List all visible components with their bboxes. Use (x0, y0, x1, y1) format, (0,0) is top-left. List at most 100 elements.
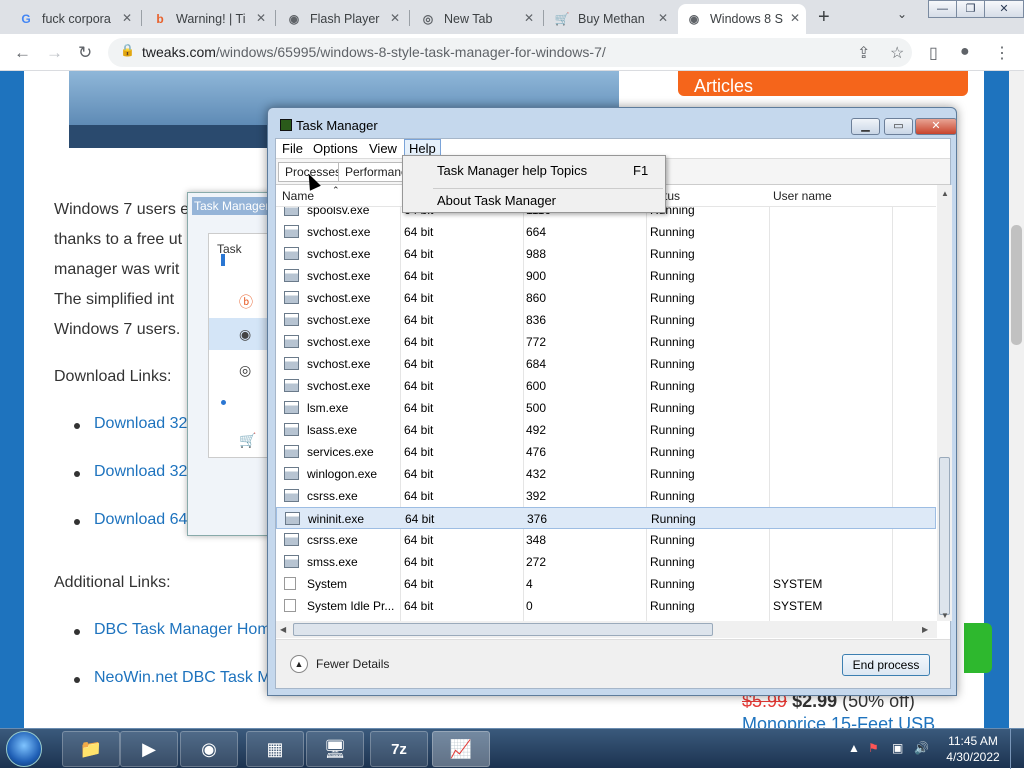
process-row[interactable]: lsm.exe 64 bit 500 Running (276, 397, 936, 419)
menu-item-help-topics[interactable]: Task Manager help Topics (437, 163, 587, 178)
page-link[interactable]: Download 32 (94, 463, 187, 481)
process-row[interactable]: svchost.exe 64 bit 664 Running (276, 221, 936, 243)
page-link[interactable]: NeoWin.net DBC Task M (94, 669, 271, 687)
process-icon (284, 313, 299, 326)
process-row[interactable]: svchost.exe 64 bit 836 Running (276, 309, 936, 331)
apps-icon[interactable]: ▦ (246, 731, 304, 767)
process-row[interactable]: smss.exe 64 bit 272 Running (276, 551, 936, 573)
tab-search-button[interactable]: ⌄ (897, 7, 907, 21)
monitor-icon[interactable]: 🖥 (306, 731, 364, 767)
process-row[interactable]: svchost.exe 64 bit 772 Running (276, 331, 936, 353)
maximize-button[interactable]: ❐ (956, 0, 985, 18)
process-icon (284, 555, 299, 568)
process-row[interactable]: winlogon.exe 64 bit 432 Running (276, 463, 936, 485)
close-button[interactable]: ✕ (915, 118, 957, 135)
menu-view[interactable]: View (365, 141, 401, 156)
close-tab-icon[interactable]: ✕ (122, 11, 132, 25)
process-row[interactable]: svchost.exe 64 bit 684 Running (276, 353, 936, 375)
bullet (74, 423, 80, 429)
process-row[interactable]: csrss.exe 64 bit 348 Running (276, 529, 936, 551)
forward-button[interactable]: → (46, 43, 63, 63)
process-icon (284, 401, 299, 414)
menu-file[interactable]: File (278, 141, 307, 156)
task-manager-icon[interactable]: 📈 (432, 731, 490, 767)
share-icon[interactable]: ⇪ (857, 43, 870, 63)
browser-tab[interactable]: ◉ Windows 8 S ✕ (678, 4, 806, 34)
menu-icon[interactable]: ⋮ (994, 43, 1010, 63)
show-hidden-icons[interactable]: ▲ (848, 741, 860, 755)
process-icon (284, 225, 299, 238)
flag-icon[interactable]: ⚑ (868, 741, 879, 755)
side-panel-icon[interactable]: ▯ (929, 43, 938, 63)
process-row[interactable]: svchost.exe 64 bit 900 Running (276, 265, 936, 287)
horizontal-scroll-thumb[interactable] (293, 623, 713, 636)
url-text[interactable]: tweaks.com/windows/65995/windows-8-style… (142, 44, 606, 60)
bookmark-star-icon[interactable]: ☆ (890, 43, 904, 63)
page-link[interactable]: Download 64 (94, 511, 187, 529)
scroll-down-icon[interactable]: ▼ (941, 611, 949, 620)
7zip-icon[interactable]: 7z (370, 731, 428, 767)
process-row[interactable]: svchost.exe 64 bit 600 Running (276, 375, 936, 397)
process-icon (284, 291, 299, 304)
scroll-left-icon[interactable]: ◀ (280, 625, 286, 634)
page-link[interactable]: Download 32 (94, 415, 187, 433)
process-arch: 64 bit (404, 357, 434, 371)
tab-title: Flash Player (310, 12, 380, 26)
show-desktop-button[interactable] (1010, 729, 1024, 769)
close-tab-icon[interactable]: ✕ (256, 11, 266, 25)
page-scrollbar-thumb[interactable] (1011, 225, 1022, 345)
minimize-button[interactable]: — (928, 0, 957, 18)
vertical-scroll-thumb[interactable] (939, 457, 950, 615)
articles-banner[interactable]: Articles (678, 71, 968, 96)
browser-tab[interactable]: ◉ Flash Player ✕ (278, 4, 406, 34)
end-process-button[interactable]: End process (842, 654, 930, 676)
process-row[interactable]: System Idle Pr... 64 bit 0 Running SYSTEM (276, 595, 936, 617)
maximize-button[interactable]: ▭ (884, 118, 913, 135)
process-row[interactable]: svchost.exe 64 bit 860 Running (276, 287, 936, 309)
profile-icon[interactable]: ● (960, 43, 970, 61)
warning-site-icon: ⓑ (239, 294, 253, 310)
back-button[interactable]: ← (14, 43, 31, 63)
close-tab-icon[interactable]: ✕ (524, 11, 534, 25)
close-tab-icon[interactable]: ✕ (390, 11, 400, 25)
process-name: lsm.exe (307, 401, 349, 415)
process-arch: 64 bit (404, 225, 434, 239)
reload-button[interactable]: ↻ (78, 43, 92, 63)
product-link[interactable]: Monoprice 15-Feet USB (742, 714, 935, 728)
browser-tab[interactable]: Gfuck corpora ✕ (10, 4, 138, 34)
close-button[interactable]: ✕ (984, 0, 1024, 18)
process-row[interactable]: csrss.exe 64 bit 392 Running (276, 485, 936, 507)
minimize-button[interactable]: ▁ (851, 118, 880, 135)
menu-item-about[interactable]: About Task Manager (437, 193, 556, 208)
bullet (74, 629, 80, 635)
network-icon[interactable]: ▣ (892, 741, 903, 755)
browser-tab[interactable]: ◎ New Tab ✕ (412, 4, 540, 34)
browser-tab[interactable]: b Warning! | Ti ✕ (144, 4, 272, 34)
fewer-details-button[interactable]: ▲ Fewer Details (290, 655, 389, 673)
process-row[interactable]: wininit.exe 64 bit 376 Running (276, 507, 936, 529)
clock[interactable]: 11:45 AM 4/30/2022 (946, 733, 1000, 765)
scroll-right-icon[interactable]: ▶ (922, 625, 928, 634)
close-tab-icon[interactable]: ✕ (658, 11, 668, 25)
buy-button[interactable] (964, 623, 992, 673)
start-button[interactable] (6, 731, 42, 767)
scroll-up-icon[interactable]: ▲ (941, 189, 949, 198)
menu-options[interactable]: Options (309, 141, 362, 156)
process-row[interactable]: System 64 bit 4 Running SYSTEM (276, 573, 936, 595)
page-scrollbar[interactable] (1009, 71, 1024, 728)
process-arch: 64 bit (404, 313, 434, 327)
explorer-icon[interactable]: 📁 (62, 731, 120, 767)
lock-icon[interactable]: 🔒 (120, 43, 135, 57)
browser-tab[interactable]: 🛒 Buy Methan ✕ (546, 4, 674, 34)
chrome-icon[interactable]: ◉ (180, 731, 238, 767)
page-link[interactable]: DBC Task Manager Hom (94, 621, 271, 639)
col-user[interactable]: User name (773, 189, 832, 203)
media-player-icon[interactable]: ▶ (120, 731, 178, 767)
process-row[interactable]: lsass.exe 64 bit 492 Running (276, 419, 936, 441)
process-pid: 500 (526, 401, 547, 415)
close-tab-icon[interactable]: ✕ (790, 11, 800, 25)
process-row[interactable]: services.exe 64 bit 476 Running (276, 441, 936, 463)
process-row[interactable]: svchost.exe 64 bit 988 Running (276, 243, 936, 265)
volume-icon[interactable]: 🔊 (914, 741, 929, 755)
new-tab-button[interactable]: + (818, 6, 830, 29)
